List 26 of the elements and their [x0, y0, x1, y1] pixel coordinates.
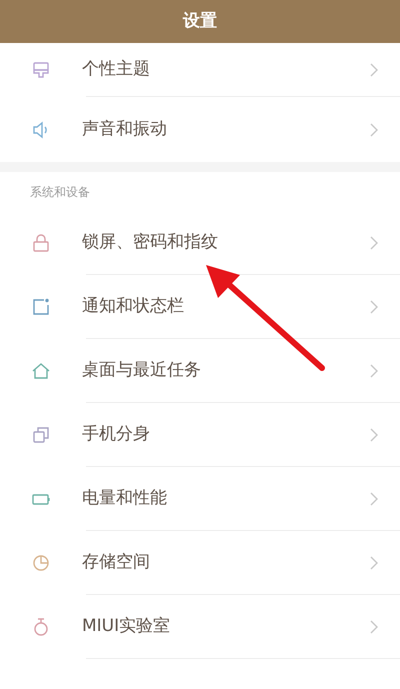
- home-icon: [31, 361, 51, 381]
- item-label: 锁屏、密码和指纹: [82, 231, 219, 254]
- chevron-icon: [370, 63, 378, 77]
- chevron-icon: [370, 492, 378, 506]
- pie-chart-icon: [31, 553, 51, 573]
- item-label: MIUI实验室: [82, 615, 172, 638]
- chevron-icon: [370, 300, 378, 314]
- item-label: 桌面与最近任务: [82, 359, 202, 382]
- lock-icon: [31, 233, 51, 253]
- item-label: 存储空间: [82, 551, 151, 574]
- item-label: 声音和振动: [82, 118, 168, 141]
- brush-icon: [31, 60, 51, 80]
- section-heading: 系统和设备: [30, 184, 90, 200]
- chevron-icon: [370, 236, 378, 250]
- chevron-icon: [370, 122, 378, 136]
- chevron-icon: [370, 364, 378, 378]
- chevron-icon: [370, 620, 378, 634]
- window-title: 设置: [183, 10, 217, 33]
- chevron-icon: [370, 556, 378, 570]
- item-label: 手机分身: [82, 423, 151, 446]
- copy-icon: [31, 425, 51, 445]
- item-label: 电量和性能: [82, 487, 168, 510]
- notification-icon: [31, 297, 51, 317]
- chevron-icon: [370, 428, 378, 442]
- item-label: 个性主题: [82, 58, 151, 82]
- item-label: 通知和状态栏: [82, 295, 185, 318]
